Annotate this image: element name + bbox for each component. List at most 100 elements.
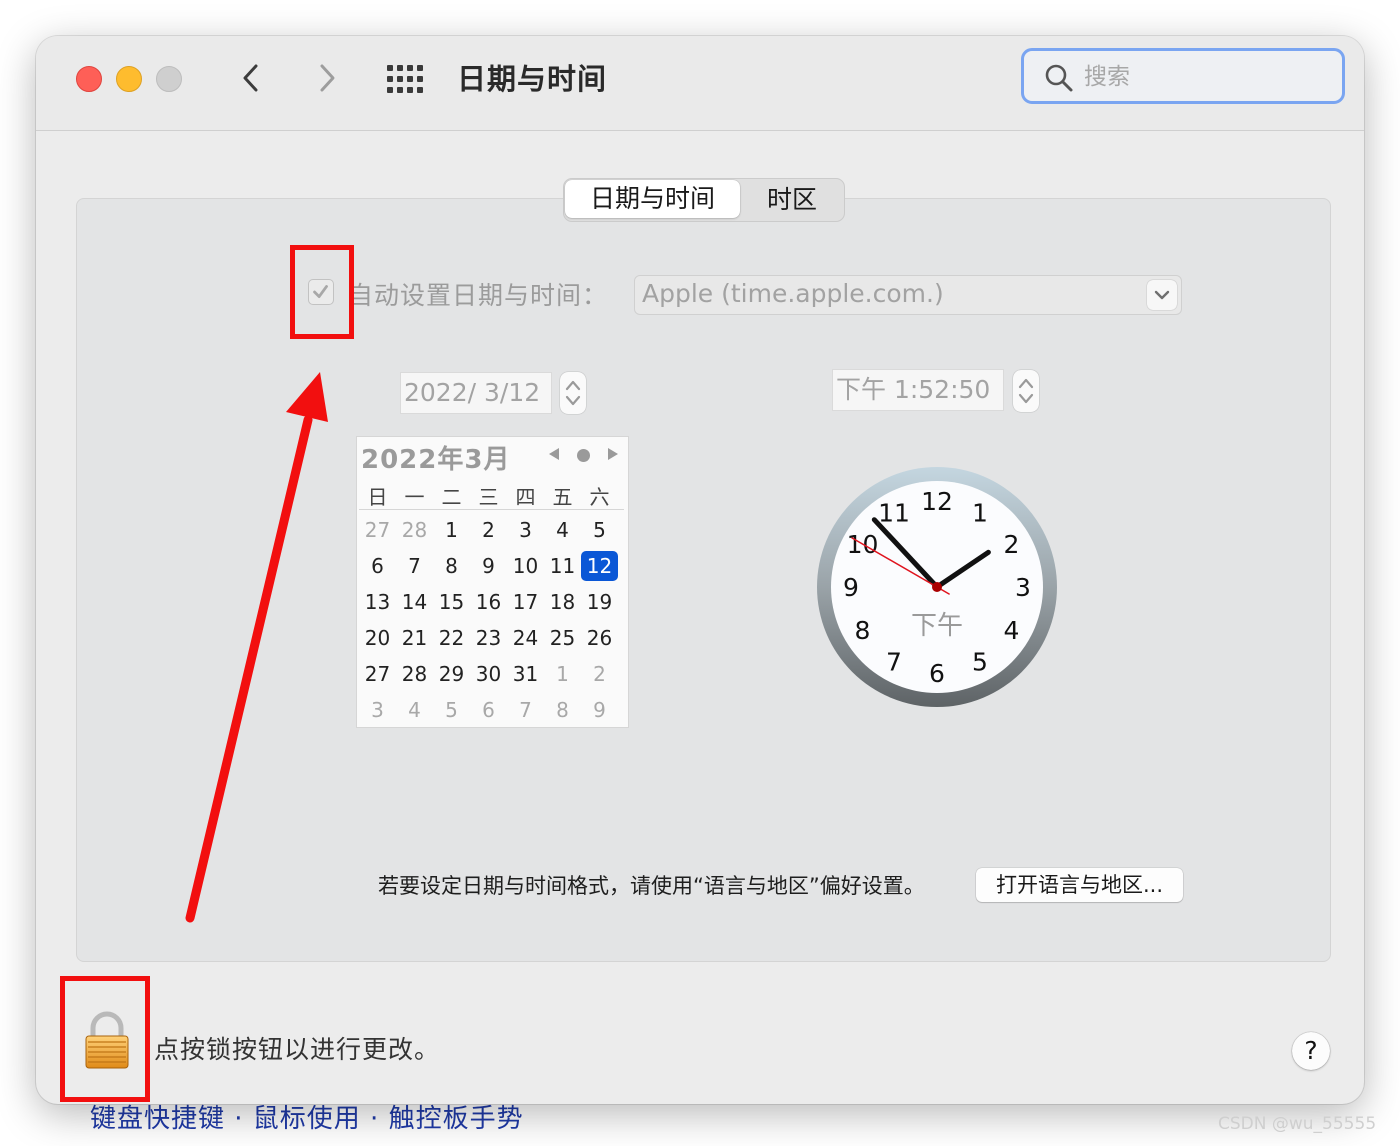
weekday-label: 三 <box>478 485 499 509</box>
calendar-day[interactable]: 27 <box>359 515 396 545</box>
clock-center-cap <box>932 582 942 592</box>
time-field[interactable]: 下午 1:52:50 <box>832 369 1004 411</box>
calendar-day[interactable]: 28 <box>396 515 433 545</box>
clock-numeral: 4 <box>1004 616 1020 645</box>
calendar-day[interactable]: 6 <box>470 695 507 725</box>
window-title: 日期与时间 <box>457 62 608 96</box>
analog-clock: 下午 121234567891011 <box>817 467 1057 707</box>
format-hint-text: 若要设定日期与时间格式，请使用“语言与地区”偏好设置。 <box>378 874 925 898</box>
clock-numeral: 12 <box>921 487 953 516</box>
weekday-label: 五 <box>552 485 573 509</box>
help-button[interactable]: ? <box>1292 1032 1330 1070</box>
calendar-day[interactable]: 27 <box>359 659 396 689</box>
weekday-header: 日一二三四五六 <box>359 481 624 510</box>
calendar-day[interactable]: 21 <box>396 623 433 653</box>
calendar-day[interactable]: 3 <box>507 515 544 545</box>
calendar-day[interactable]: 7 <box>507 695 544 725</box>
weekday-label: 一 <box>404 485 425 509</box>
clock-numeral: 2 <box>1004 530 1020 559</box>
select-arrow-button[interactable] <box>1147 280 1177 310</box>
calendar-day[interactable]: 31 <box>507 659 544 689</box>
calendar-day[interactable]: 16 <box>470 587 507 617</box>
calendar-day[interactable]: 7 <box>396 551 433 581</box>
stepper-arrows-icon <box>1018 378 1034 404</box>
clock-period-label: 下午 <box>911 611 963 641</box>
search-input[interactable] <box>1082 57 1326 97</box>
clock-numeral: 11 <box>878 499 910 528</box>
open-language-region-button[interactable]: 打开语言与地区... <box>976 868 1183 902</box>
chevron-down-icon <box>1154 290 1170 300</box>
auto-set-checkbox[interactable] <box>308 279 334 305</box>
zoom-button[interactable] <box>156 66 182 92</box>
calendar-day[interactable]: 17 <box>507 587 544 617</box>
next-month-icon[interactable] <box>606 447 620 461</box>
forward-chevron-icon[interactable] <box>306 58 346 98</box>
calendar-day[interactable]: 18 <box>544 587 581 617</box>
calendar-month-title: 2022年3月 <box>361 445 511 475</box>
date-stepper[interactable] <box>560 372 586 414</box>
calendar-day[interactable]: 8 <box>544 695 581 725</box>
clock-numeral: 5 <box>972 648 988 677</box>
calendar-day[interactable]: 30 <box>470 659 507 689</box>
watermark: CSDN @wu_55555 <box>1218 1114 1377 1134</box>
calendar-day[interactable]: 24 <box>507 623 544 653</box>
calendar-day[interactable]: 29 <box>433 659 470 689</box>
clock-numeral: 7 <box>886 648 902 677</box>
clock-numeral: 9 <box>843 573 859 602</box>
lock-icon[interactable] <box>82 1010 132 1070</box>
weekday-label: 二 <box>441 485 462 509</box>
calendar-day[interactable]: 6 <box>359 551 396 581</box>
calendar-day[interactable]: 2 <box>470 515 507 545</box>
minimize-button[interactable] <box>116 66 142 92</box>
calendar-day[interactable]: 8 <box>433 551 470 581</box>
time-server-value: Apple (time.apple.com.) <box>642 279 944 308</box>
tab-time-zone[interactable]: 时区 <box>740 179 844 221</box>
clock-numeral: 6 <box>929 659 945 688</box>
calendar-day[interactable]: 23 <box>470 623 507 653</box>
time-stepper[interactable] <box>1013 370 1039 412</box>
search-icon <box>1045 64 1073 92</box>
calendar-day[interactable]: 14 <box>396 587 433 617</box>
calendar-day[interactable]: 9 <box>581 695 618 725</box>
date-field[interactable]: 2022/ 3/12 <box>400 372 552 414</box>
tab-bar: 日期与时间 时区 <box>563 178 845 222</box>
calendar-day[interactable]: 25 <box>544 623 581 653</box>
calendar-day[interactable]: 5 <box>581 515 618 545</box>
calendar-day[interactable]: 1 <box>433 515 470 545</box>
calendar-day[interactable]: 20 <box>359 623 396 653</box>
title-bar: 日期与时间 <box>36 36 1364 131</box>
previous-month-icon[interactable] <box>547 447 561 461</box>
clock-numeral: 1 <box>972 499 988 528</box>
calendar-day[interactable]: 28 <box>396 659 433 689</box>
weekday-label: 四 <box>515 485 536 509</box>
calendar-day[interactable]: 2 <box>581 659 618 689</box>
calendar-day-selected[interactable]: 12 <box>581 551 618 581</box>
tab-date-time[interactable]: 日期与时间 <box>565 180 740 218</box>
calendar-day[interactable]: 3 <box>359 695 396 725</box>
calendar: 2022年3月 日一二三四五六 27 28 1 2 3 4 5 6 7 8 9 10 11 12 13 14 1… <box>356 436 629 728</box>
checkmark-icon <box>313 285 328 298</box>
clock-numeral: 8 <box>855 616 871 645</box>
calendar-day[interactable]: 11 <box>544 551 581 581</box>
calendar-day[interactable]: 9 <box>470 551 507 581</box>
weekday-label: 日 <box>367 485 388 509</box>
calendar-day[interactable]: 13 <box>359 587 396 617</box>
calendar-day[interactable]: 15 <box>433 587 470 617</box>
calendar-day[interactable]: 26 <box>581 623 618 653</box>
time-server-select[interactable]: Apple (time.apple.com.) <box>634 275 1182 315</box>
lock-hint-text: 点按锁按钮以进行更改。 <box>154 1035 441 1064</box>
today-dot-icon[interactable] <box>577 449 590 462</box>
preferences-window: 日期与时间 日期与时间 时区 自动设置日期与时间： Apple (time.ap… <box>36 36 1364 1104</box>
close-button[interactable] <box>76 66 102 92</box>
calendar-day[interactable]: 10 <box>507 551 544 581</box>
calendar-day[interactable]: 5 <box>433 695 470 725</box>
back-chevron-icon[interactable] <box>232 58 272 98</box>
search-field[interactable] <box>1021 48 1345 104</box>
stepper-arrows-icon <box>565 380 581 406</box>
calendar-day[interactable]: 4 <box>396 695 433 725</box>
calendar-day[interactable]: 4 <box>544 515 581 545</box>
calendar-day[interactable]: 1 <box>544 659 581 689</box>
show-all-grid-icon[interactable] <box>386 64 426 94</box>
calendar-day[interactable]: 19 <box>581 587 618 617</box>
calendar-day[interactable]: 22 <box>433 623 470 653</box>
